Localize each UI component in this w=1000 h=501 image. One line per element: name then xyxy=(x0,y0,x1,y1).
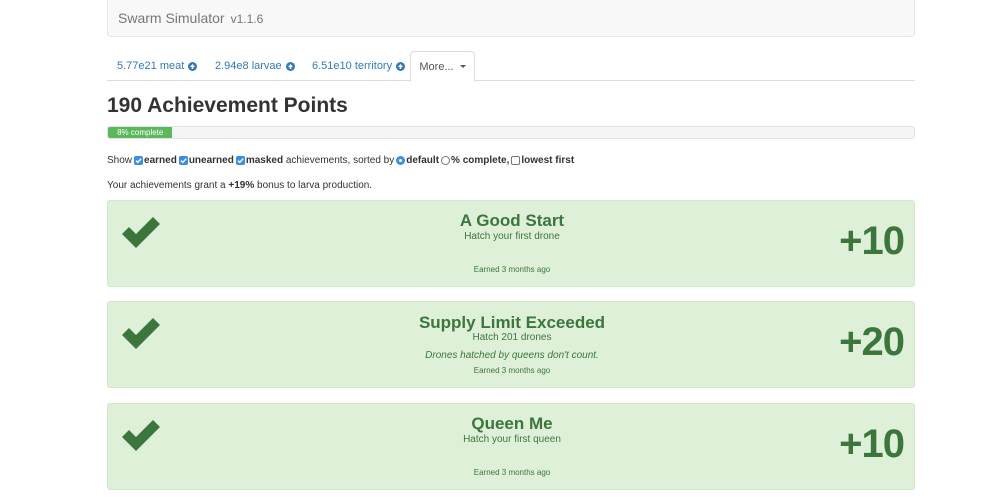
caret-down-icon xyxy=(459,65,466,68)
sort-default-label[interactable]: default xyxy=(406,155,439,166)
achievement-filters: Show earned unearned masked achievements… xyxy=(107,155,574,166)
tab-meat[interactable]: 5.77e21 meat xyxy=(117,51,198,81)
resource-tabs: 5.77e21 meat 2.94e8 larvae 6.51e10 terri… xyxy=(107,51,915,82)
points-value: 190 xyxy=(107,94,143,117)
brand-title[interactable]: Swarm Simulator xyxy=(118,10,225,26)
achievement-card: A Good Start Hatch your first drone Earn… xyxy=(107,200,915,287)
tab-larvae[interactable]: 2.94e8 larvae xyxy=(215,51,295,81)
achievement-description: Hatch your first queen xyxy=(463,434,561,445)
arrow-up-circle-icon xyxy=(188,61,198,71)
lowest-first-label[interactable]: lowest first xyxy=(521,155,574,166)
achievement-points: +10 xyxy=(839,219,905,263)
achievement-earned-time: Earned 3 months ago xyxy=(473,366,551,375)
progress-bar-fill: 8% complete xyxy=(108,127,173,138)
unearned-label[interactable]: unearned xyxy=(189,155,234,166)
achievement-title: A Good Start xyxy=(459,211,565,230)
bonus-value: +19% xyxy=(228,180,255,191)
achievement-note: Drones hatched by queens don't count. xyxy=(425,350,599,361)
achievement-description: Hatch your first drone xyxy=(464,231,560,242)
achievement-card: Queen Me Hatch your first queen Earned 3… xyxy=(107,403,915,490)
bonus-text: Your achievements grant a +19% bonus to … xyxy=(107,180,372,191)
achievement-title: Queen Me xyxy=(471,414,553,433)
achievement-progress: 8% complete xyxy=(107,126,915,139)
achievement-points: +20 xyxy=(839,320,905,364)
achievement-card: Supply Limit Exceeded Hatch 201 drones D… xyxy=(107,301,915,388)
achievement-earned-time: Earned 3 months ago xyxy=(473,265,551,274)
navbar: Swarm Simulator v1.1.6 xyxy=(107,0,915,37)
tab-more-dropdown[interactable]: More... xyxy=(410,51,475,82)
arrow-up-circle-icon xyxy=(396,61,406,71)
tab-territory[interactable]: 6.51e10 territory xyxy=(312,51,406,81)
sort-complete-radio[interactable] xyxy=(441,156,451,165)
sort-complete-label[interactable]: % complete, xyxy=(451,155,509,166)
masked-checkbox[interactable] xyxy=(235,156,245,165)
tab-territory-label[interactable]: 6.51e10 territory xyxy=(312,60,392,72)
filters-suffix: achievements, sorted by xyxy=(285,155,395,166)
page-title: 190 Achievement Points xyxy=(107,94,348,118)
brand[interactable]: Swarm Simulator v1.1.6 xyxy=(118,10,263,26)
achievement-description: Hatch 201 drones xyxy=(472,332,552,343)
achievement-points: +10 xyxy=(839,422,905,466)
tab-meat-label[interactable]: 5.77e21 meat xyxy=(117,60,184,72)
tab-more-label[interactable]: More... xyxy=(419,61,453,73)
achievement-earned-time: Earned 3 months ago xyxy=(473,468,551,477)
earned-checkbox[interactable] xyxy=(134,156,144,165)
arrow-up-circle-icon xyxy=(285,61,295,71)
unearned-checkbox[interactable] xyxy=(178,156,188,165)
points-label: Achievement Points xyxy=(147,94,348,117)
bonus-suffix: bonus to larva production. xyxy=(257,180,373,191)
show-label: Show xyxy=(107,155,133,166)
tab-larvae-label[interactable]: 2.94e8 larvae xyxy=(215,60,282,72)
masked-label[interactable]: masked xyxy=(246,155,283,166)
achievement-title: Supply Limit Exceeded xyxy=(418,313,606,332)
bonus-prefix: Your achievements grant a xyxy=(107,180,226,191)
earned-label[interactable]: earned xyxy=(144,155,177,166)
lowest-first-checkbox[interactable] xyxy=(511,156,521,165)
sort-default-radio[interactable] xyxy=(396,156,406,165)
version-label: v1.1.6 xyxy=(230,12,264,26)
